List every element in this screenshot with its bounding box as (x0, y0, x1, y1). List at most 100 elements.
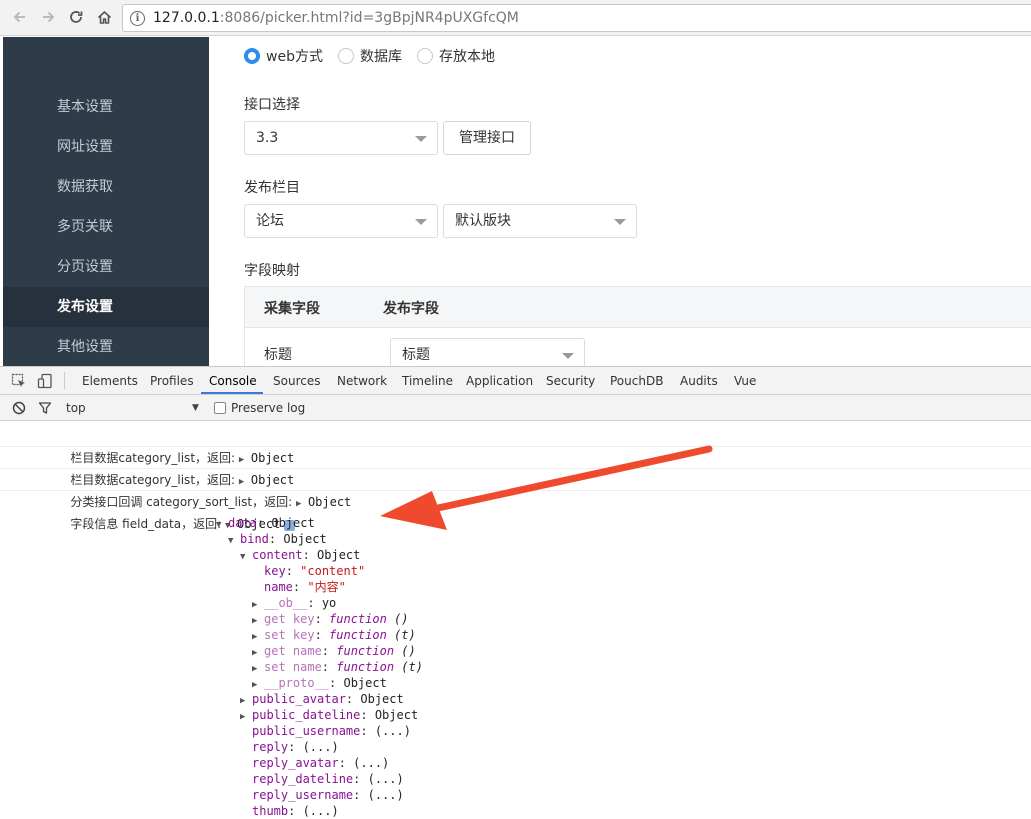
tab-network[interactable]: Network (337, 374, 387, 388)
sidebar-item-pagination[interactable]: 分页设置 (3, 247, 209, 287)
tree-property[interactable]: reply_username: (...) (252, 787, 404, 803)
sidebar-item-url[interactable]: 网址设置 (3, 127, 209, 167)
dropdown-triangle-icon: ▼ (192, 403, 199, 413)
sidebar-item-data[interactable]: 数据获取 (3, 167, 209, 207)
active-tab-indicator (201, 392, 263, 394)
preserve-log-checkbox[interactable] (214, 402, 226, 414)
radio-local-label: 存放本地 (438, 49, 495, 65)
field-mapping-table: 采集字段 发布字段 标题 标题 (244, 286, 1031, 366)
radio-web[interactable]: web方式 (244, 46, 323, 66)
radio-unchecked-icon (416, 48, 433, 64)
sidebar-item-other[interactable]: 其他设置 (3, 327, 209, 367)
expand-arrow-icon: ▶ (240, 712, 246, 722)
inspect-element-icon[interactable] (11, 373, 27, 393)
radio-local[interactable]: 存放本地 (416, 46, 495, 66)
radio-checked-icon (244, 48, 260, 64)
context-select-value: top (66, 401, 86, 415)
mapping-label: 字段映射 (244, 263, 300, 279)
address-bar[interactable]: i 127.0.0.1:8086/picker.html?id=3gBpjNR4… (122, 4, 1031, 32)
tab-timeline[interactable]: Timeline (402, 374, 453, 388)
reload-icon[interactable] (65, 6, 87, 28)
radio-unchecked-icon (337, 48, 354, 64)
devtools-tabbar: Elements Profiles Console Sources Networ… (0, 367, 1031, 395)
publish-method-group: web方式 数据库 存放本地 (244, 46, 510, 66)
tree-property[interactable]: thumb: (...) (252, 803, 339, 819)
console-output: 栏目数据category_list，返回: ▶ Object 栏目数据catego… (0, 421, 1031, 818)
tab-pouchdb[interactable]: PouchDB (610, 374, 663, 388)
sidebar: 基本设置 网址设置 数据获取 多页关联 分页设置 发布设置 其他设置 (3, 37, 209, 366)
chevron-down-icon (562, 353, 574, 359)
filter-icon[interactable] (38, 401, 52, 418)
block-select[interactable]: 默认版块 (443, 204, 637, 238)
toolbar-divider (64, 372, 65, 389)
expanded-arrow-icon: ▼ (240, 552, 246, 562)
console-log-line: 栏目数据category_list，返回: ▶ Object (0, 447, 1031, 487)
tab-vue[interactable]: Vue (734, 374, 756, 388)
console-log-line: 栏目数据category_list，返回: ▶ Object (0, 425, 1031, 465)
tab-console[interactable]: Console (209, 374, 257, 388)
tree-property: key: "content" (264, 564, 366, 578)
forum-select[interactable]: 论坛 (244, 204, 438, 238)
tab-application[interactable]: Application (466, 374, 533, 388)
tree-property[interactable]: reply_dateline: (...) (252, 771, 404, 787)
clear-console-icon[interactable] (12, 401, 26, 418)
tree-node[interactable]: ▶ get name: function () (252, 643, 416, 659)
console-log-line: 字段信息 field_data，返回: ▼ Object i (0, 491, 1031, 531)
chevron-down-icon (415, 219, 427, 225)
table-header: 采集字段 发布字段 (245, 287, 1031, 328)
tab-profiles[interactable]: Profiles (150, 374, 194, 388)
home-icon[interactable] (93, 6, 115, 28)
tab-audits[interactable]: Audits (680, 374, 718, 388)
context-select[interactable]: top ▼ (60, 395, 205, 420)
tree-node[interactable]: ▼ data: Object (216, 515, 315, 531)
tree-node[interactable]: ▶ __proto__: Object (252, 675, 387, 691)
tree-node[interactable]: ▼ bind: Object (228, 531, 327, 547)
row-field-name: 标题 (264, 347, 292, 363)
radio-web-label: web方式 (266, 49, 323, 65)
interface-label: 接口选择 (244, 97, 300, 113)
log-message: 字段信息 field_data，返回: (70, 517, 225, 531)
tree-node[interactable]: ▼ content: Object (240, 547, 360, 563)
tree-node[interactable]: ▶ set name: function (t) (252, 659, 423, 675)
info-icon[interactable]: i (130, 10, 145, 26)
tab-elements[interactable]: Elements (82, 374, 138, 388)
tree-property[interactable]: reply_avatar: (...) (252, 755, 389, 771)
expanded-arrow-icon: ▼ (216, 520, 222, 530)
block-select-value: 默认版块 (455, 213, 511, 229)
tree-property[interactable]: reply: (...) (252, 739, 339, 755)
tree-node[interactable]: ▶ set key: function (t) (252, 627, 416, 643)
tree-property: name: "内容" (264, 580, 346, 594)
table-row: 标题 标题 (245, 328, 1031, 366)
publish-field-select[interactable]: 标题 (390, 338, 585, 366)
tab-security[interactable]: Security (546, 374, 595, 388)
interface-select[interactable]: 3.3 (244, 121, 438, 155)
tree-node[interactable]: ▶ public_dateline: Object (240, 707, 418, 723)
chevron-down-icon (415, 136, 427, 142)
forward-arrow-icon[interactable] (37, 6, 59, 28)
tree-node[interactable]: ▶ get key: function () (252, 611, 409, 627)
url-host: 127.0.0.1 (153, 10, 220, 26)
device-mode-icon[interactable] (37, 373, 53, 393)
tree-property[interactable]: public_username: (...) (252, 723, 411, 739)
tree-node[interactable]: ▶ public_avatar: Object (240, 691, 404, 707)
column-label: 发布栏目 (244, 180, 300, 196)
radio-database[interactable]: 数据库 (337, 46, 402, 66)
back-arrow-icon[interactable] (9, 6, 31, 28)
sidebar-item-multipage[interactable]: 多页关联 (3, 207, 209, 247)
chevron-down-icon (614, 219, 626, 225)
sidebar-item-basic[interactable]: 基本设置 (3, 87, 209, 127)
tree-node[interactable]: ▶ __ob__: yo (252, 595, 336, 611)
forum-select-value: 论坛 (256, 213, 284, 229)
expanded-arrow-icon: ▼ (228, 536, 234, 546)
sidebar-item-publish[interactable]: 发布设置 (3, 287, 209, 327)
tab-sources[interactable]: Sources (273, 374, 320, 388)
manage-interface-button[interactable]: 管理接口 (443, 121, 531, 155)
preserve-log-label: Preserve log (231, 401, 306, 415)
radio-database-label: 数据库 (359, 49, 402, 65)
browser-toolbar: i 127.0.0.1:8086/picker.html?id=3gBpjNR4… (0, 0, 1031, 36)
devtools-panel: Elements Profiles Console Sources Networ… (0, 366, 1031, 818)
url-path: :8086/picker.html?id=3gBpjNR4pUXGfcQM (219, 10, 519, 26)
publish-field-value: 标题 (402, 347, 430, 363)
col-publish-header: 发布字段 (383, 301, 439, 317)
col-collect-header: 采集字段 (264, 301, 320, 317)
